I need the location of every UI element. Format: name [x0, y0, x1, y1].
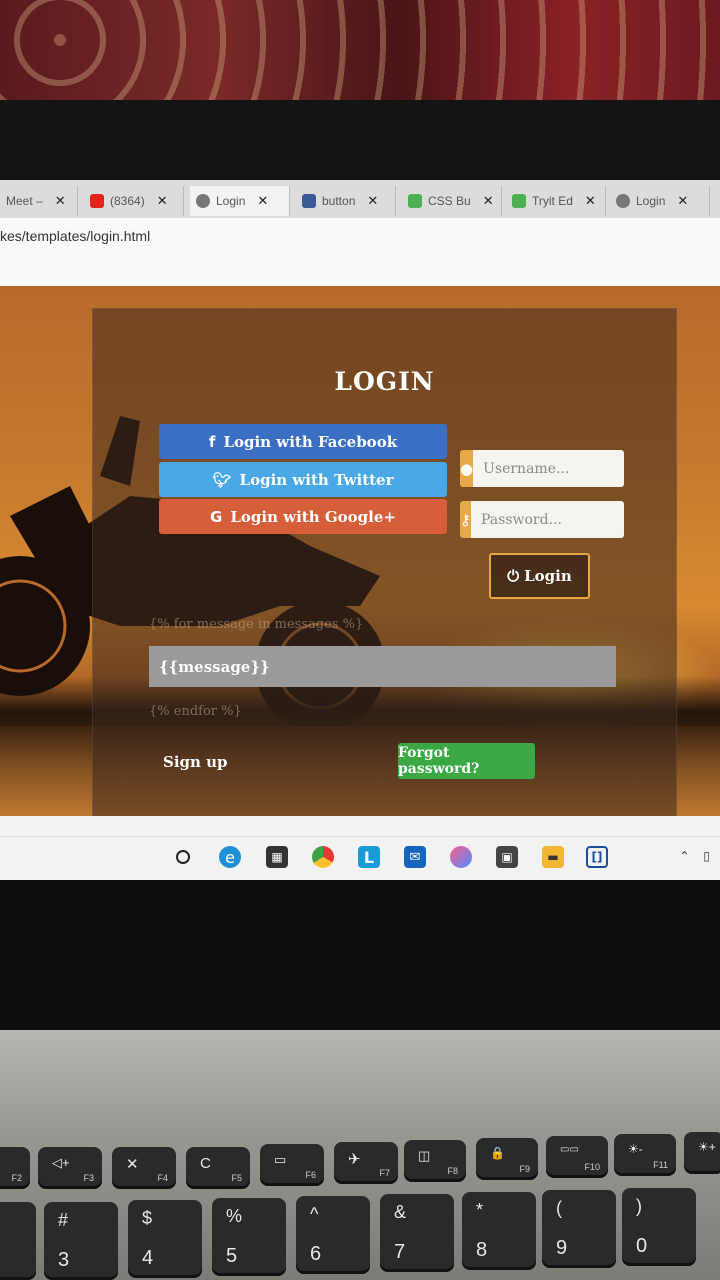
tab-label: Login [636, 194, 666, 208]
browser-tab[interactable]: Meet – ✕ [0, 186, 78, 216]
browser-tab[interactable]: Login ✕ [610, 186, 710, 216]
browser-tab[interactable]: (8364) ✕ [84, 186, 184, 216]
facebook-icon: f [208, 432, 216, 451]
address-url[interactable]: kes/templates/login.html [0, 228, 150, 244]
browser-tab[interactable]: Login ✕ [190, 186, 290, 216]
login-button-label: Login [524, 567, 572, 585]
laptop-bezel-top [0, 100, 720, 190]
w3schools-icon [408, 194, 422, 208]
login-twitter-button[interactable]: 🐦︎ Login with Twitter [159, 462, 447, 497]
power-icon: ⏻ [507, 567, 520, 585]
tab-label: Meet – [6, 194, 43, 208]
close-icon[interactable]: ✕ [157, 193, 168, 209]
key-3[interactable]: # 3 [44, 1202, 118, 1280]
tab-label: (8364) [110, 194, 145, 208]
close-icon[interactable]: ✕ [367, 193, 378, 209]
facebook-label: Login with Facebook [223, 432, 398, 451]
store-icon[interactable]: ▦ [266, 846, 288, 868]
globe-icon [196, 194, 210, 208]
browser-tab-bar: Meet – ✕ (8364) ✕ Login ✕ button ✕ CSS B… [0, 180, 720, 218]
key-7[interactable]: & 7 [380, 1194, 454, 1272]
key-f7[interactable]: ✈ F7 [334, 1142, 398, 1184]
paint-icon[interactable] [450, 846, 472, 868]
key-6[interactable]: ^ 6 [296, 1196, 370, 1274]
google-label: Login with Google+ [230, 507, 396, 526]
laptop-keyboard-deck: F2 ◁+ F3 ✕ F4 C F5 ▭ F6 ✈ F7 ◫ F8 🔒 F9 ▭… [0, 1030, 720, 1280]
username-input[interactable] [473, 450, 624, 487]
key-f6[interactable]: ▭ F6 [260, 1144, 324, 1186]
close-icon[interactable]: ✕ [483, 193, 494, 209]
template-endfor-text: {% endfor %} [149, 704, 242, 719]
key-9[interactable]: ( 9 [542, 1190, 616, 1268]
login-google-button[interactable]: G Login with Google+ [159, 499, 447, 534]
login-button[interactable]: ⏻ Login [489, 553, 590, 599]
message-box: {{message}} [149, 646, 616, 687]
tab-label: Login [216, 194, 246, 208]
close-icon[interactable]: ✕ [55, 193, 66, 209]
twitter-label: Login with Twitter [239, 470, 394, 489]
template-for-text: {% for message in messages %} [149, 617, 364, 632]
signup-link[interactable]: Sign up [163, 753, 228, 771]
key-0[interactable]: ) 0 [622, 1188, 696, 1266]
windows-taskbar: e ▦ L ✉ ▣ ▬ [] ⌃ ▯ [0, 836, 720, 880]
login-page: LOGIN f Login with Facebook 🐦︎ Login wit… [0, 286, 720, 816]
w-icon [302, 194, 316, 208]
key-8[interactable]: * 8 [462, 1192, 536, 1270]
google-icon: G [210, 507, 223, 526]
key-f2[interactable]: F2 [0, 1147, 30, 1189]
tab-label: button [322, 194, 356, 208]
browser-tab[interactable]: Tryit Ed ✕ [506, 186, 606, 216]
tab-label: Tryit Ed [532, 194, 573, 208]
file-explorer-icon[interactable]: ▬ [542, 846, 564, 868]
tray-app-icon[interactable]: ▯ [703, 849, 710, 863]
laptop-bezel-bottom [0, 880, 720, 1030]
laptop-screen: Meet – ✕ (8364) ✕ Login ✕ button ✕ CSS B… [0, 180, 720, 880]
login-title: LOGIN [334, 367, 435, 396]
close-icon[interactable]: ✕ [257, 193, 268, 209]
twitter-icon: 🐦︎ [212, 470, 232, 489]
chevron-up-icon[interactable]: ⌃ [679, 849, 689, 863]
w3schools-icon [512, 194, 526, 208]
key-f5[interactable]: C F5 [186, 1147, 250, 1189]
chrome-icon[interactable] [312, 846, 334, 868]
key-2[interactable] [0, 1202, 36, 1280]
user-icon: ● [460, 450, 474, 487]
photos-icon[interactable]: ▣ [496, 846, 518, 868]
password-field-group: ⚷ [460, 501, 624, 538]
close-icon[interactable]: ✕ [585, 193, 596, 209]
key-f3[interactable]: ◁+ F3 [38, 1147, 102, 1189]
key-f4[interactable]: ✕ F4 [112, 1147, 176, 1189]
login-card: LOGIN f Login with Facebook 🐦︎ Login wit… [92, 308, 677, 816]
key-5[interactable]: % 5 [212, 1198, 286, 1276]
message-text: {{message}} [159, 657, 270, 676]
username-field-group: ● [460, 450, 624, 487]
browser-tab[interactable]: button ✕ [296, 186, 396, 216]
mail-icon[interactable]: ✉ [404, 846, 426, 868]
edge-icon[interactable]: e [219, 846, 241, 868]
login-facebook-button[interactable]: f Login with Facebook [159, 424, 447, 459]
key-4[interactable]: $ 4 [128, 1200, 202, 1278]
key-f10[interactable]: ▭▭ F10 [546, 1136, 608, 1178]
key-f12[interactable]: ☀+ [684, 1132, 720, 1174]
code-icon[interactable]: [] [586, 846, 608, 868]
search-icon[interactable] [172, 846, 194, 868]
key-f8[interactable]: ◫ F8 [404, 1140, 466, 1182]
l-app-icon[interactable]: L [358, 846, 380, 868]
tab-label: CSS Bu [428, 194, 471, 208]
password-input[interactable] [471, 501, 624, 538]
youtube-icon [90, 194, 104, 208]
browser-tab[interactable]: CSS Bu ✕ [402, 186, 502, 216]
key-f11[interactable]: ☀- F11 [614, 1134, 676, 1176]
background-cloth [0, 0, 720, 110]
close-icon[interactable]: ✕ [677, 193, 688, 209]
globe-icon [616, 194, 630, 208]
system-tray: ⌃ ▯ [679, 849, 710, 863]
forgot-password-button[interactable]: Forgot password? [398, 743, 535, 779]
key-icon: ⚷ [460, 501, 471, 538]
key-f9[interactable]: 🔒 F9 [476, 1138, 538, 1180]
